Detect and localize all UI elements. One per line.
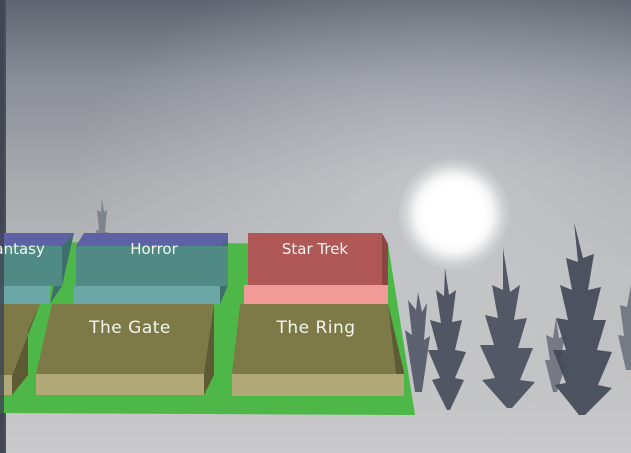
scene-svg <box>0 0 631 453</box>
movie-label-the-ring: The Ring <box>276 318 356 338</box>
category-label-horror: Horror <box>130 240 178 258</box>
pine-tree-mid <box>428 268 466 410</box>
category-label-star-trek: Star Trek <box>281 240 349 258</box>
scene-background: Fantasy Horror Star Trek The Gate The Ri… <box>0 0 631 453</box>
pine-tree-right <box>553 222 612 415</box>
pine-tree-tall <box>480 248 535 408</box>
left-tree-edge <box>0 0 4 453</box>
pine-tree-edge <box>618 285 631 370</box>
category-label-fantasy: Fantasy <box>0 240 45 258</box>
movie-label-the-gate: The Gate <box>89 318 171 338</box>
